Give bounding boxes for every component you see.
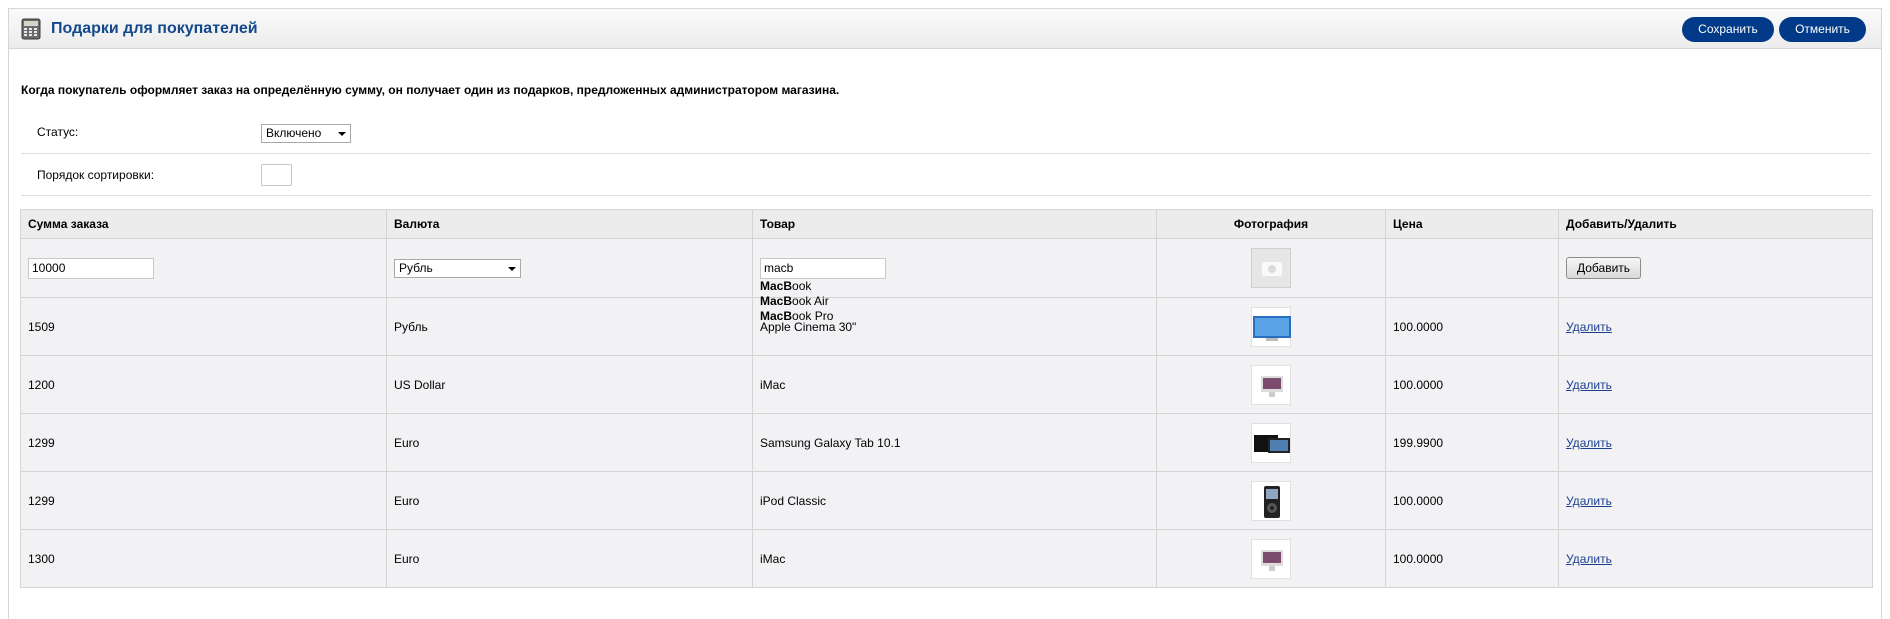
row-price: 199.9900 — [1385, 413, 1559, 472]
monitor-thumb — [1251, 306, 1291, 347]
table-row: 1200 US Dollar iMac 100.0000 Удалить — [20, 355, 1873, 414]
row-product: iMac — [752, 355, 1157, 414]
autocomplete-item[interactable]: MacBook — [760, 279, 833, 294]
dropdown-arrow-icon — [338, 132, 346, 136]
delete-link[interactable]: Удалить — [1566, 378, 1612, 392]
row-price: 100.0000 — [1385, 355, 1559, 414]
autocomplete-item[interactable]: MacBook Air — [760, 294, 833, 309]
row-currency: Рубль — [386, 297, 753, 356]
row-price: 100.0000 — [1385, 297, 1559, 356]
ipod-thumb — [1251, 480, 1291, 521]
row-amount: 1509 — [20, 297, 387, 356]
header-order-amount: Сумма заказа — [20, 209, 387, 239]
description-text: Когда покупатель оформляет заказ на опре… — [21, 83, 840, 97]
row-price: 100.0000 — [1385, 529, 1559, 588]
autocomplete-item[interactable]: MacBook Pro — [760, 309, 833, 324]
add-gift-button[interactable]: Добавить — [1566, 257, 1642, 279]
new-gift-row: Рубль MacBook MacBook Air MacBook Pro — [20, 238, 1873, 323]
delete-link[interactable]: Удалить — [1566, 320, 1612, 334]
row-currency: Euro — [386, 413, 753, 472]
currency-value: Рубль — [399, 260, 433, 275]
header-currency: Валюта — [386, 209, 753, 239]
status-value: Включено — [266, 126, 322, 140]
tablet-thumb — [1251, 422, 1291, 463]
header-photo: Фотография — [1156, 209, 1386, 239]
delete-link[interactable]: Удалить — [1566, 552, 1612, 566]
calculator-icon — [21, 18, 41, 40]
status-select[interactable]: Включено — [261, 124, 351, 143]
dropdown-arrow-icon — [508, 266, 516, 271]
sort-order-label: Порядок сортировки: — [37, 168, 155, 182]
row-product: Samsung Galaxy Tab 10.1 — [752, 413, 1157, 472]
row-amount: 1299 — [20, 471, 387, 530]
delete-link[interactable]: Удалить — [1566, 494, 1612, 508]
row-product: iMac — [752, 529, 1157, 588]
order-amount-input[interactable] — [28, 257, 154, 279]
sort-order-row: Порядок сортировки: — [21, 154, 1871, 196]
cancel-button[interactable]: Отменить — [1779, 17, 1866, 42]
row-currency: Euro — [386, 529, 753, 588]
row-amount: 1200 — [20, 355, 387, 414]
delete-link[interactable]: Удалить — [1566, 436, 1612, 450]
row-currency: US Dollar — [386, 355, 753, 414]
imac-thumb — [1251, 538, 1291, 579]
table-row: 1509 Рубль Apple Cinema 30" 100.0000 Уда… — [20, 297, 1873, 356]
table-row: 1299 Euro Samsung Galaxy Tab 10.1 199.99… — [20, 413, 1873, 472]
status-row: Статус: Включено — [21, 109, 1871, 154]
table-row: 1300 Euro iMac 100.0000 Удалить — [20, 529, 1873, 588]
row-amount: 1300 — [20, 529, 387, 588]
save-button[interactable]: Сохранить — [1682, 17, 1774, 42]
header-price: Цена — [1385, 209, 1559, 239]
table-header-row: Сумма заказа Валюта Товар Фотография Цен… — [20, 209, 1873, 239]
row-price: 100.0000 — [1385, 471, 1559, 530]
status-label: Статус: — [37, 125, 79, 139]
autocomplete-list: MacBook MacBook Air MacBook Pro — [760, 279, 833, 324]
page-title: Подарки для покупателей — [51, 20, 258, 37]
panel-header: Подарки для покупателей Сохранить Отмени… — [9, 9, 1881, 49]
sort-order-input[interactable] — [261, 164, 292, 186]
gifts-table: Сумма заказа Валюта Товар Фотография Цен… — [20, 209, 1873, 588]
table-row: 1299 Euro iPod Classic 100.0000 Удалить — [20, 471, 1873, 530]
row-currency: Euro — [386, 471, 753, 530]
row-amount: 1299 — [20, 413, 387, 472]
header-add-remove: Добавить/Удалить — [1558, 209, 1873, 239]
gifts-panel: Подарки для покупателей Сохранить Отмени… — [8, 8, 1882, 619]
header-product: Товар — [752, 209, 1157, 239]
product-search-input[interactable] — [760, 257, 886, 279]
imac-thumb — [1251, 364, 1291, 405]
currency-select[interactable]: Рубль — [394, 258, 521, 278]
row-product: iPod Classic — [752, 471, 1157, 530]
placeholder-photo-icon — [1251, 248, 1291, 288]
